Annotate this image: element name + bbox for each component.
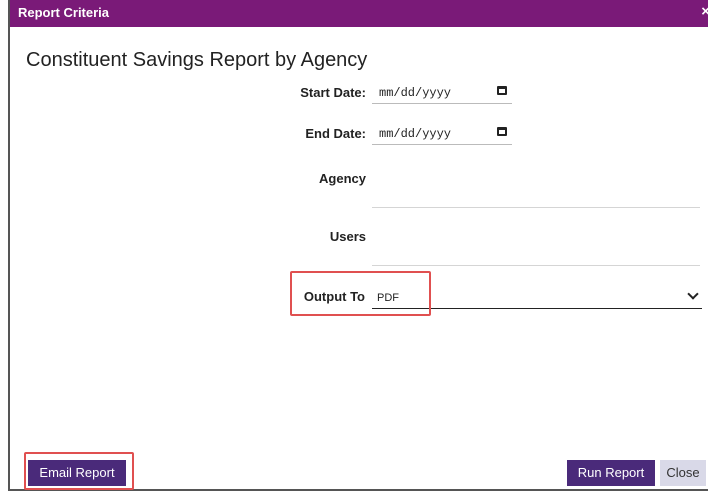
run-report-button[interactable]: Run Report — [567, 460, 655, 486]
end-date-label: End Date: — [305, 126, 366, 141]
end-date-field[interactable]: mm/dd/yyyy — [372, 121, 512, 145]
calendar-icon[interactable] — [497, 86, 507, 95]
close-icon[interactable]: × — [701, 3, 708, 20]
agency-label: Agency — [319, 171, 366, 186]
email-report-button[interactable]: Email Report — [28, 460, 126, 486]
output-to-label: Output To — [303, 289, 365, 304]
end-date-value: mm/dd/yyyy — [379, 127, 452, 141]
close-button[interactable]: Close — [660, 460, 706, 486]
calendar-icon[interactable] — [497, 127, 507, 136]
start-date-field[interactable]: mm/dd/yyyy — [372, 80, 512, 104]
users-field[interactable] — [372, 265, 700, 266]
dialog-titlebar: Report Criteria × — [10, 0, 708, 27]
users-label: Users — [329, 229, 366, 244]
report-title: Constituent Savings Report by Agency — [26, 49, 368, 71]
dialog-title: Report Criteria — [18, 5, 110, 20]
output-to-value: PDF — [377, 292, 399, 304]
start-date-value: mm/dd/yyyy — [379, 86, 452, 100]
agency-field[interactable] — [372, 207, 700, 208]
chevron-down-icon — [687, 288, 699, 300]
report-criteria-dialog: Report Criteria × Constituent Savings Re… — [8, 0, 708, 491]
output-to-select[interactable]: PDF — [372, 285, 702, 309]
start-date-label: Start Date: — [300, 85, 366, 100]
